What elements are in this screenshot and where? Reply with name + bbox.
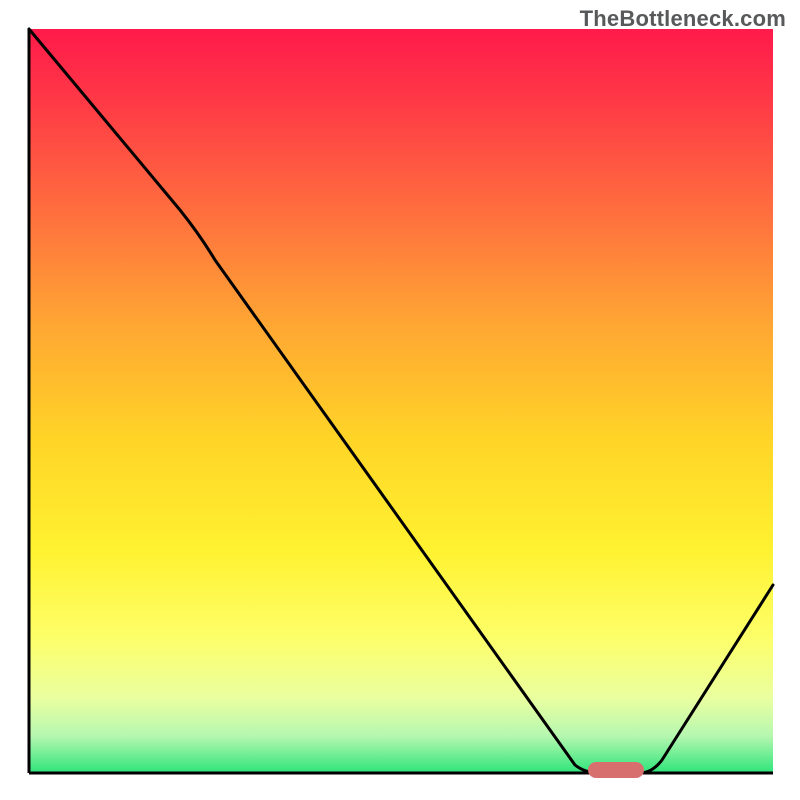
plot-background [29, 29, 773, 773]
plot-area [29, 29, 773, 778]
bottleneck-chart [0, 0, 800, 800]
chart-container: TheBottleneck.com [0, 0, 800, 800]
target-marker [588, 762, 644, 778]
